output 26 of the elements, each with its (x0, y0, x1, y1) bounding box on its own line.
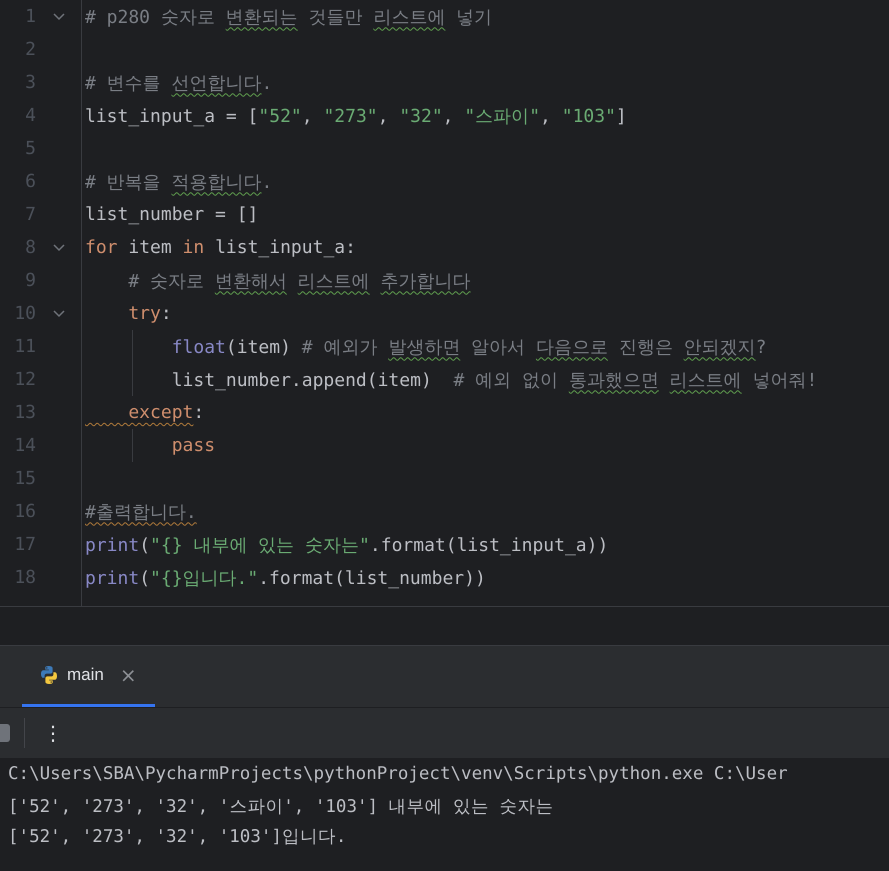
code-comment: # p280 숫자로 변환되는 것들만 리스트에 넣기 (85, 6, 492, 28)
close-button[interactable]: × (118, 663, 139, 687)
code-line: print("{}입니다.".format(list_number)) (85, 566, 486, 590)
console-output-line: ['52', '273', '32', '103']입니다. (8, 826, 346, 849)
run-tab[interactable]: main × (22, 646, 155, 707)
console-output-line: C:\Users\SBA\PycharmProjects\pythonProject\venv\Scripts\python.exe C:\User (8, 764, 788, 786)
stop-icon[interactable] (0, 724, 10, 742)
code-line: list_number.append(item) # 예외 없이 통과했으면 리스트에 넣어줘! (170, 368, 818, 392)
code-line: except: (127, 402, 204, 423)
console-output-line: ['52', '273', '32', '스파이', '103'] 내부에 있는 숫자는 (8, 796, 554, 819)
code-line: pass (170, 435, 216, 456)
code-comment: # 반복을 적용합니다. (85, 170, 272, 194)
fold-chevron-icon[interactable] (53, 244, 65, 252)
code-line: list_number = [] (85, 204, 258, 225)
fold-chevron-icon[interactable] (53, 310, 65, 318)
code-comment: # 변수를 선언합니다. (85, 72, 272, 94)
code-line: list_input_a = ["52", "273", "32", "스파이", "103"] (85, 104, 627, 128)
snake-logo-icon (39, 665, 59, 685)
more-options-button[interactable]: ⋮ (39, 721, 67, 745)
code-line: for item in list_input_a: (85, 237, 356, 258)
fold-chevron-icon[interactable] (53, 12, 65, 20)
code-line: float(item) # 예외가 발생하면 알아서 다음으로 진행은 안되겠지? (170, 336, 766, 358)
code-comment: #출력합니다. (85, 500, 197, 524)
code-line: try: (127, 303, 172, 324)
code-comment: # 숫자로 변환해서 리스트에 추가합니다 (127, 270, 471, 292)
code-line: print("{} 내부에 있는 숫자는".format(list_input_a)) (85, 534, 608, 556)
